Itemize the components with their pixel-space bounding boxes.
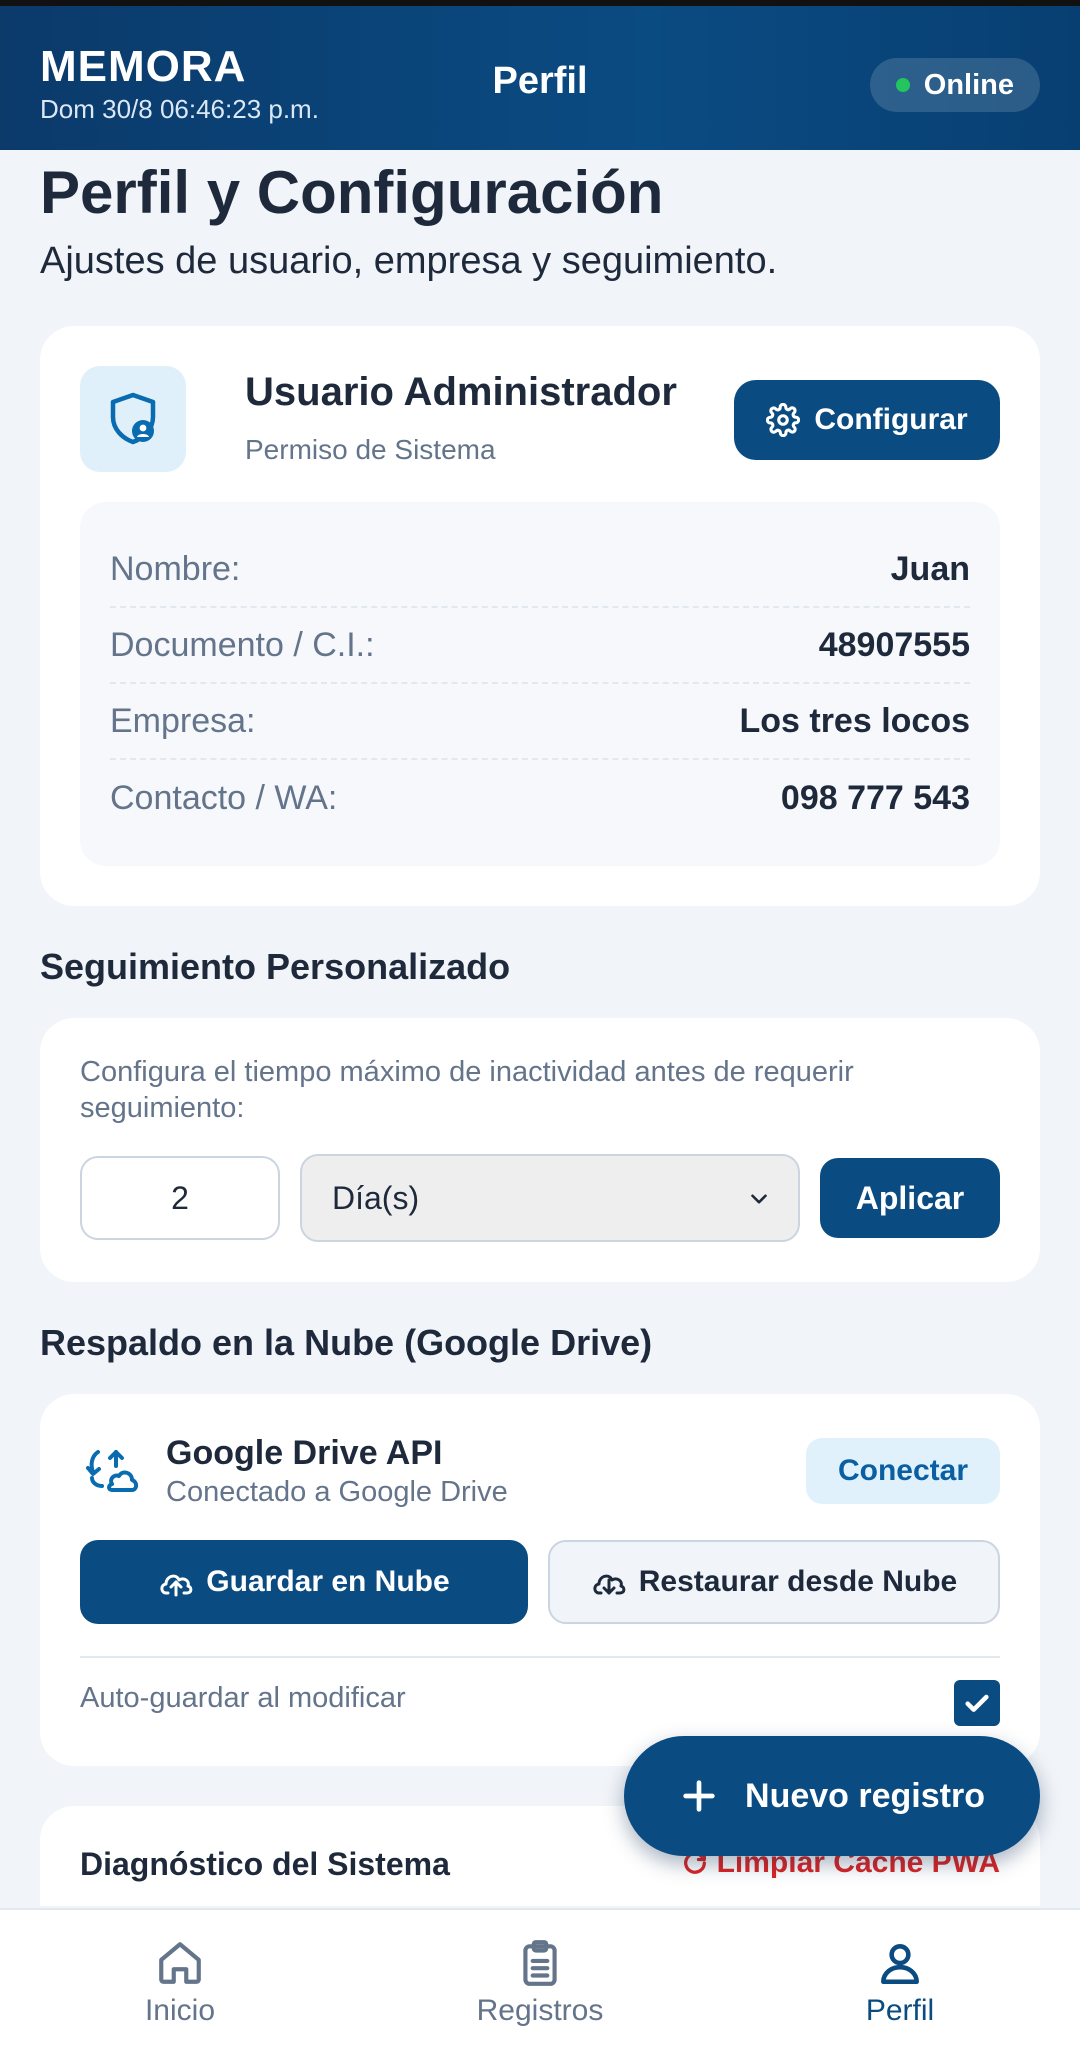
user-icon — [881, 1944, 919, 1985]
cloud-download-icon — [593, 1574, 626, 1595]
save-to-cloud-button[interactable]: Guardar en Nube — [80, 1540, 528, 1624]
seguimiento-card: Configura el tiempo máximo de inactivida… — [40, 1018, 1040, 1282]
page-title: Perfil y Configuración — [40, 159, 664, 226]
nav-label-registros: Registros — [476, 1994, 604, 2027]
user-role: Permiso de Sistema — [245, 434, 496, 465]
diagnostico-title: Diagnóstico del Sistema — [80, 1846, 450, 1882]
new-record-label: Nuevo registro — [745, 1776, 985, 1815]
info-label: Documento / C.I.: — [110, 625, 375, 664]
home-icon — [159, 1942, 201, 1984]
unit-select-value: Día(s) — [332, 1179, 420, 1216]
restore-from-cloud-label: Restaurar desde Nube — [638, 1565, 958, 1598]
info-row-documento: Documento / C.I.: 48907555 — [110, 608, 970, 684]
restore-from-cloud-button[interactable]: Restaurar desde Nube — [548, 1540, 1000, 1624]
nav-label-perfil: Perfil — [865, 1994, 935, 2027]
profile-card: Usuario Administrador Permiso de Sistema… — [40, 326, 1040, 906]
app-header: MEMORA Dom 30/8 06:46:23 p.m. Perfil Onl… — [0, 0, 1080, 150]
nav-label-inicio: Inicio — [144, 1994, 216, 2027]
clipboard-icon — [523, 1940, 557, 1986]
info-label: Contacto / WA: — [110, 778, 338, 817]
apply-button[interactable]: Aplicar — [820, 1158, 1000, 1238]
online-dot-icon — [895, 78, 910, 92]
nav-item-registros[interactable]: Registros — [360, 1910, 720, 2058]
chevron-down-icon — [751, 1194, 767, 1204]
save-to-cloud-label: Guardar en Nube — [206, 1565, 450, 1598]
profile-info-list: Nombre: Juan Documento / C.I.: 48907555 … — [80, 502, 1000, 866]
drive-card: Google Drive API Conectado a Google Driv… — [40, 1394, 1040, 1766]
online-status-badge: Online — [869, 58, 1040, 112]
info-label: Nombre: — [110, 549, 241, 588]
info-value: Los tres locos — [739, 701, 970, 740]
info-value: Juan — [890, 549, 970, 588]
plus-icon — [683, 1780, 715, 1812]
new-record-fab[interactable]: Nuevo registro — [624, 1736, 1040, 1856]
inactivity-unit-select[interactable]: Día(s) — [300, 1154, 800, 1242]
connect-button[interactable]: Conectar — [806, 1438, 1000, 1504]
gear-icon — [766, 403, 801, 437]
divider — [80, 1656, 1000, 1658]
info-row-nombre: Nombre: Juan — [110, 532, 970, 608]
info-row-contacto: Contacto / WA: 098 777 543 — [110, 760, 970, 836]
inactivity-amount-input[interactable] — [80, 1156, 280, 1240]
cloud-sync-icon — [86, 1450, 139, 1492]
drive-connection-status: Conectado a Google Drive — [166, 1476, 508, 1508]
seguimiento-section-title: Seguimiento Personalizado — [40, 946, 511, 987]
info-value: 098 777 543 — [780, 778, 970, 817]
configure-button[interactable]: Configurar — [734, 380, 1000, 460]
cloud-upload-icon — [160, 1574, 193, 1597]
drive-section-title: Respaldo en la Nube (Google Drive) — [40, 1322, 653, 1363]
drive-api-name: Google Drive API — [166, 1434, 443, 1472]
bottom-nav: Inicio Registros Perfil — [0, 1908, 1080, 2058]
autosave-checkbox[interactable] — [954, 1680, 1000, 1726]
page-subtitle: Ajustes de usuario, empresa y seguimient… — [40, 240, 778, 282]
checkmark-icon — [965, 1694, 989, 1712]
nav-item-perfil[interactable]: Perfil — [720, 1910, 1080, 2058]
info-value: 48907555 — [818, 625, 970, 664]
user-name: Usuario Administrador — [245, 370, 677, 414]
info-label: Empresa: — [110, 701, 256, 740]
configure-button-label: Configurar — [814, 403, 968, 436]
autosave-label: Auto-guardar al modificar — [80, 1682, 406, 1714]
info-row-empresa: Empresa: Los tres locos — [110, 684, 970, 760]
seguimiento-description: Configura el tiempo máximo de inactivida… — [80, 1056, 854, 1124]
online-status-label: Online — [923, 68, 1014, 101]
nav-item-inicio[interactable]: Inicio — [0, 1910, 360, 2058]
admin-shield-icon — [80, 366, 186, 472]
